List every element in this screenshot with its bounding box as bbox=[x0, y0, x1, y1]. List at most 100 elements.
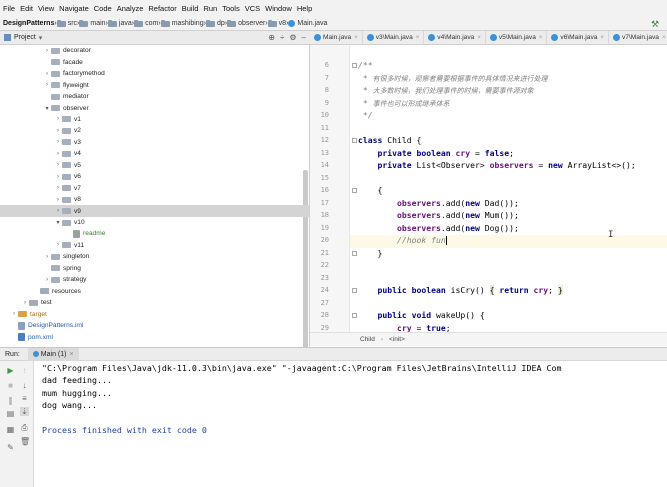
editor-tab[interactable]: v5\Main.java × bbox=[486, 31, 548, 44]
menu-item-vcs[interactable]: VCS bbox=[245, 4, 260, 13]
menu-item-tools[interactable]: Tools bbox=[222, 4, 240, 13]
chevron-right-icon[interactable]: › bbox=[54, 151, 62, 157]
chevron-right-icon[interactable]: › bbox=[54, 174, 62, 180]
restore-layout-icon[interactable]: ▤ bbox=[6, 409, 15, 418]
tree-item-facade[interactable]: facade bbox=[0, 56, 309, 68]
fold-marker-icon[interactable] bbox=[352, 63, 357, 68]
code-editor[interactable]: /** * 有很多时候，观察者需要根据事件的具体情况来进行处理 * 大多数时候，… bbox=[350, 45, 667, 332]
tree-item-singleton[interactable]: › singleton bbox=[0, 251, 309, 263]
code-line[interactable]: * 事件也可以形成继承体系 bbox=[358, 98, 450, 111]
console-output[interactable]: "C:\Program Files\Java\jdk-11.0.3\bin\ja… bbox=[34, 361, 667, 487]
editor-tab[interactable]: v4\Main.java × bbox=[424, 31, 486, 44]
tree-item-spring[interactable]: spring bbox=[0, 263, 309, 275]
tree-item-v9[interactable]: › v9 bbox=[0, 205, 309, 217]
menu-item-help[interactable]: Help bbox=[297, 4, 312, 13]
menu-item-navigate[interactable]: Navigate bbox=[59, 4, 89, 13]
chevron-right-icon[interactable]: › bbox=[43, 82, 51, 88]
print-icon[interactable]: ⎙ bbox=[20, 423, 29, 432]
chevron-down-icon[interactable]: ▾ bbox=[54, 219, 62, 226]
code-line[interactable]: observers.add(new Dad()); bbox=[358, 198, 519, 211]
chevron-right-icon[interactable]: › bbox=[54, 242, 62, 248]
tree-item-test[interactable]: › test bbox=[0, 297, 309, 309]
menu-item-code[interactable]: Code bbox=[94, 4, 112, 13]
code-line[interactable]: cry = true; bbox=[358, 323, 451, 333]
breadcrumb-item[interactable]: mashibing bbox=[160, 19, 204, 27]
close-icon[interactable]: × bbox=[477, 35, 481, 41]
code-line[interactable]: { bbox=[358, 185, 382, 198]
fold-marker-icon[interactable] bbox=[352, 288, 357, 293]
down-arrow-icon[interactable]: ↓ bbox=[20, 381, 29, 390]
editor-tab[interactable]: Main.java × bbox=[310, 31, 363, 44]
tree-item-mediator[interactable]: mediator bbox=[0, 91, 309, 103]
chevron-right-icon[interactable]: › bbox=[54, 208, 62, 214]
scroll-to-end-icon[interactable]: ⇣ bbox=[20, 407, 29, 416]
code-line[interactable]: class Child { bbox=[358, 135, 421, 148]
locate-icon[interactable]: ⊕ bbox=[268, 33, 275, 42]
build-hammer-icon[interactable]: ⚒ bbox=[651, 19, 661, 29]
breadcrumb-item[interactable]: DesignPatterns bbox=[3, 20, 54, 27]
code-line[interactable]: //hook fun bbox=[350, 235, 667, 248]
stop-icon[interactable]: ■ bbox=[6, 381, 15, 390]
menu-item-window[interactable]: Window bbox=[265, 4, 292, 13]
tree-item-v2[interactable]: › v2 bbox=[0, 125, 309, 137]
breadcrumb-item[interactable]: com bbox=[134, 19, 158, 27]
breadcrumb-item[interactable]: main bbox=[79, 19, 106, 27]
tree-item-designpatterns-iml[interactable]: DesignPatterns.iml bbox=[0, 320, 309, 332]
menu-item-edit[interactable]: Edit bbox=[20, 4, 33, 13]
chevron-right-icon[interactable]: › bbox=[54, 128, 62, 134]
menu-item-file[interactable]: File bbox=[3, 4, 15, 13]
tree-item-target[interactable]: › target bbox=[0, 308, 309, 320]
tree-item-v3[interactable]: › v3 bbox=[0, 137, 309, 149]
up-arrow-icon[interactable]: ↑ bbox=[20, 366, 29, 375]
code-line[interactable]: private List<Observer> observers = new A… bbox=[358, 160, 636, 173]
collapse-all-icon[interactable]: ÷ bbox=[280, 33, 284, 42]
pause-icon[interactable]: ❚ bbox=[6, 396, 15, 405]
tree-item-v7[interactable]: › v7 bbox=[0, 182, 309, 194]
tree-item-resources[interactable]: resources bbox=[0, 285, 309, 297]
menu-item-run[interactable]: Run bbox=[203, 4, 217, 13]
fold-marker-icon[interactable] bbox=[352, 138, 357, 143]
tree-item-v11[interactable]: › v11 bbox=[0, 240, 309, 252]
close-icon[interactable]: × bbox=[600, 35, 604, 41]
tree-item-v8[interactable]: › v8 bbox=[0, 194, 309, 206]
tree-item-decorator[interactable]: › decorator bbox=[0, 45, 309, 57]
menu-item-refactor[interactable]: Refactor bbox=[148, 4, 176, 13]
tree-item-v6[interactable]: › v6 bbox=[0, 171, 309, 183]
menu-item-view[interactable]: View bbox=[38, 4, 54, 13]
tree-item-readme[interactable]: readme bbox=[0, 228, 309, 240]
close-icon[interactable]: × bbox=[354, 35, 358, 41]
fold-marker-icon[interactable] bbox=[352, 250, 357, 256]
chevron-right-icon[interactable]: › bbox=[54, 185, 62, 191]
chevron-right-icon[interactable]: › bbox=[43, 254, 51, 260]
gear-icon[interactable]: ⚙ bbox=[289, 33, 296, 42]
chevron-right-icon[interactable]: › bbox=[43, 277, 51, 283]
code-line[interactable]: private boolean cry = false; bbox=[358, 148, 514, 161]
chevron-right-icon[interactable]: › bbox=[10, 311, 18, 317]
editor-breadcrumb-class[interactable]: Child bbox=[360, 336, 375, 343]
pin-icon[interactable]: ✎ bbox=[6, 443, 15, 452]
close-icon[interactable]: × bbox=[539, 35, 543, 41]
trash-icon[interactable]: 🗑 bbox=[20, 437, 30, 446]
fold-marker-icon[interactable] bbox=[352, 188, 357, 193]
code-line[interactable]: * 大多数时候，我们处理事件的时候，需要事件源对象 bbox=[358, 85, 534, 98]
chevron-right-icon[interactable]: › bbox=[54, 139, 62, 145]
chevron-right-icon[interactable]: › bbox=[21, 300, 29, 306]
chevron-right-icon[interactable]: › bbox=[54, 116, 62, 122]
chevron-right-icon[interactable]: › bbox=[43, 71, 51, 77]
soft-wrap-icon[interactable]: ≡ bbox=[20, 394, 29, 403]
breadcrumb-item[interactable]: src bbox=[56, 19, 77, 27]
code-line[interactable]: */ bbox=[358, 110, 373, 123]
settings-icon[interactable]: ▦ bbox=[6, 425, 15, 434]
breadcrumb-item[interactable]: v8 bbox=[267, 19, 286, 27]
code-line[interactable]: } bbox=[358, 248, 382, 261]
tree-item-pom-xml[interactable]: pom.xml bbox=[0, 331, 309, 343]
code-line[interactable]: * 有很多时候，观察者需要根据事件的具体情况来进行处理 bbox=[358, 73, 548, 86]
menu-item-build[interactable]: Build bbox=[182, 4, 199, 13]
breadcrumb-item[interactable]: observer bbox=[227, 19, 265, 27]
chevron-down-icon[interactable]: ▾ bbox=[43, 105, 51, 112]
code-line[interactable]: /** bbox=[358, 60, 373, 73]
chevron-right-icon[interactable]: › bbox=[43, 48, 51, 54]
close-icon[interactable]: × bbox=[416, 35, 420, 41]
tree-item-v5[interactable]: › v5 bbox=[0, 160, 309, 172]
fold-marker-icon[interactable] bbox=[352, 313, 357, 318]
